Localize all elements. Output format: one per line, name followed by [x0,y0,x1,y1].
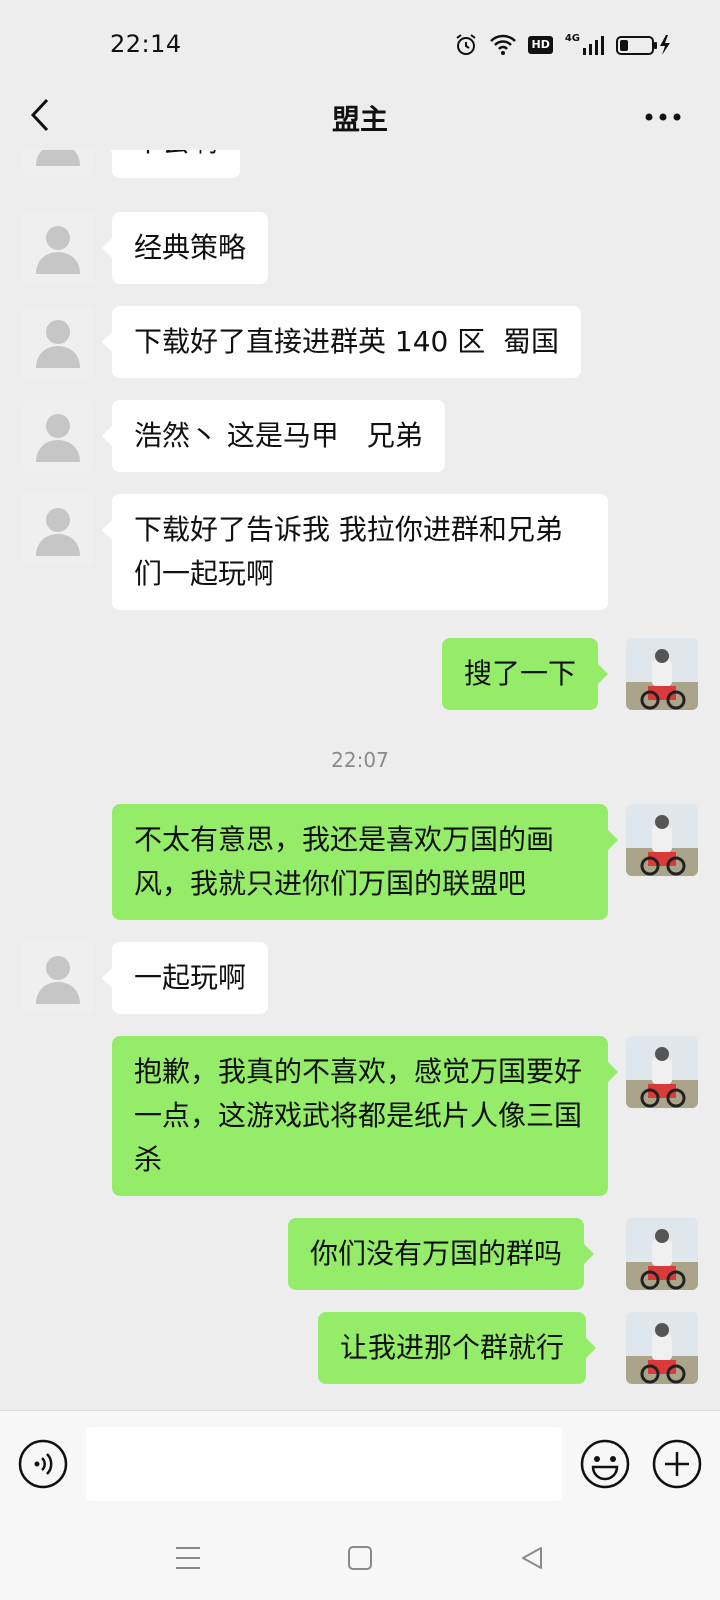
message-bubble-outgoing[interactable]: 搜了一下 [442,638,609,710]
my-avatar[interactable] [626,1036,698,1108]
nav-home-button[interactable] [342,1542,378,1574]
rider-photo-icon [626,804,698,876]
plus-button[interactable] [652,1439,702,1489]
voice-icon [18,1439,68,1489]
my-avatar[interactable] [626,1312,698,1384]
rider-photo-icon [626,1312,698,1384]
time-separator: 22:07 [331,748,389,772]
battery-charging-icon [616,34,672,56]
message-bubble-incoming[interactable]: 经典策略 [101,212,269,284]
message-list[interactable]: 不会啊 经典策略 下载好了直接进群英 140 区 蜀国 浩然丶 这是马甲 兄弟 … [0,150,720,1410]
menu-icon [176,1547,200,1569]
network-label: 4G [564,33,580,44]
4g-signal-icon: 4G [565,34,604,56]
contact-avatar[interactable] [22,212,94,284]
default-person-icon [36,414,80,462]
contact-avatar[interactable] [22,306,94,378]
emoji-icon [580,1439,630,1489]
my-avatar[interactable] [626,638,698,710]
status-bar: 22:14 HD 4G [0,0,720,90]
nav-back-button[interactable] [514,1542,550,1574]
message-bubble-outgoing[interactable]: 你们没有万国的群吗 [288,1218,595,1290]
alarm-icon [454,33,478,57]
message-input[interactable] [86,1427,562,1501]
my-avatar[interactable] [626,1218,698,1290]
plus-icon [652,1439,702,1489]
home-icon [348,1546,372,1570]
default-person-icon [36,320,80,368]
more-button[interactable] [640,94,686,140]
message-bubble-incoming[interactable]: 一起玩啊 [101,942,269,1014]
contact-avatar[interactable] [22,400,94,472]
message-bubble-incoming[interactable]: 不会啊 [101,150,241,178]
default-person-icon [36,508,80,556]
contact-avatar[interactable] [22,150,94,176]
message-bubble-incoming[interactable]: 浩然丶 这是马甲 兄弟 [102,400,445,472]
contact-avatar[interactable] [22,942,94,1014]
message-bubble-outgoing[interactable]: 不太有意思，我还是喜欢万国的画风，我就只进你们万国的联盟吧 [112,804,618,920]
message-bubble-outgoing[interactable]: 让我进那个群就行 [318,1312,597,1384]
default-person-icon [36,226,80,274]
input-bar [0,1410,720,1516]
title-bar: 盟主 [0,80,720,150]
nav-menu-button[interactable] [170,1542,206,1574]
message-bubble-incoming[interactable]: 下载好了告诉我 我拉你进群和兄弟们一起玩啊 [102,494,608,610]
rider-photo-icon [626,1218,698,1290]
more-dots-icon [645,113,681,121]
hd-badge: HD [528,36,553,54]
wifi-icon [490,34,517,56]
status-time: 22:14 [110,30,182,58]
default-person-icon [36,956,80,1004]
rider-photo-icon [626,638,698,710]
message-bubble-incoming[interactable]: 下载好了直接进群英 140 区 蜀国 [101,306,582,378]
my-avatar[interactable] [626,804,698,876]
chat-title: 盟主 [331,103,388,136]
emoji-button[interactable] [580,1439,630,1489]
rider-photo-icon [626,1036,698,1108]
message-bubble-outgoing[interactable]: 抱歉，我真的不喜欢，感觉万国要好一点，这游戏武将都是纸片人像三国杀 [112,1036,618,1196]
voice-button[interactable] [18,1439,68,1489]
status-icons: HD 4G [454,32,672,58]
contact-avatar[interactable] [22,494,94,566]
navigation-bar [0,1516,720,1600]
back-triangle-icon [522,1547,542,1569]
default-person-icon [36,150,80,166]
